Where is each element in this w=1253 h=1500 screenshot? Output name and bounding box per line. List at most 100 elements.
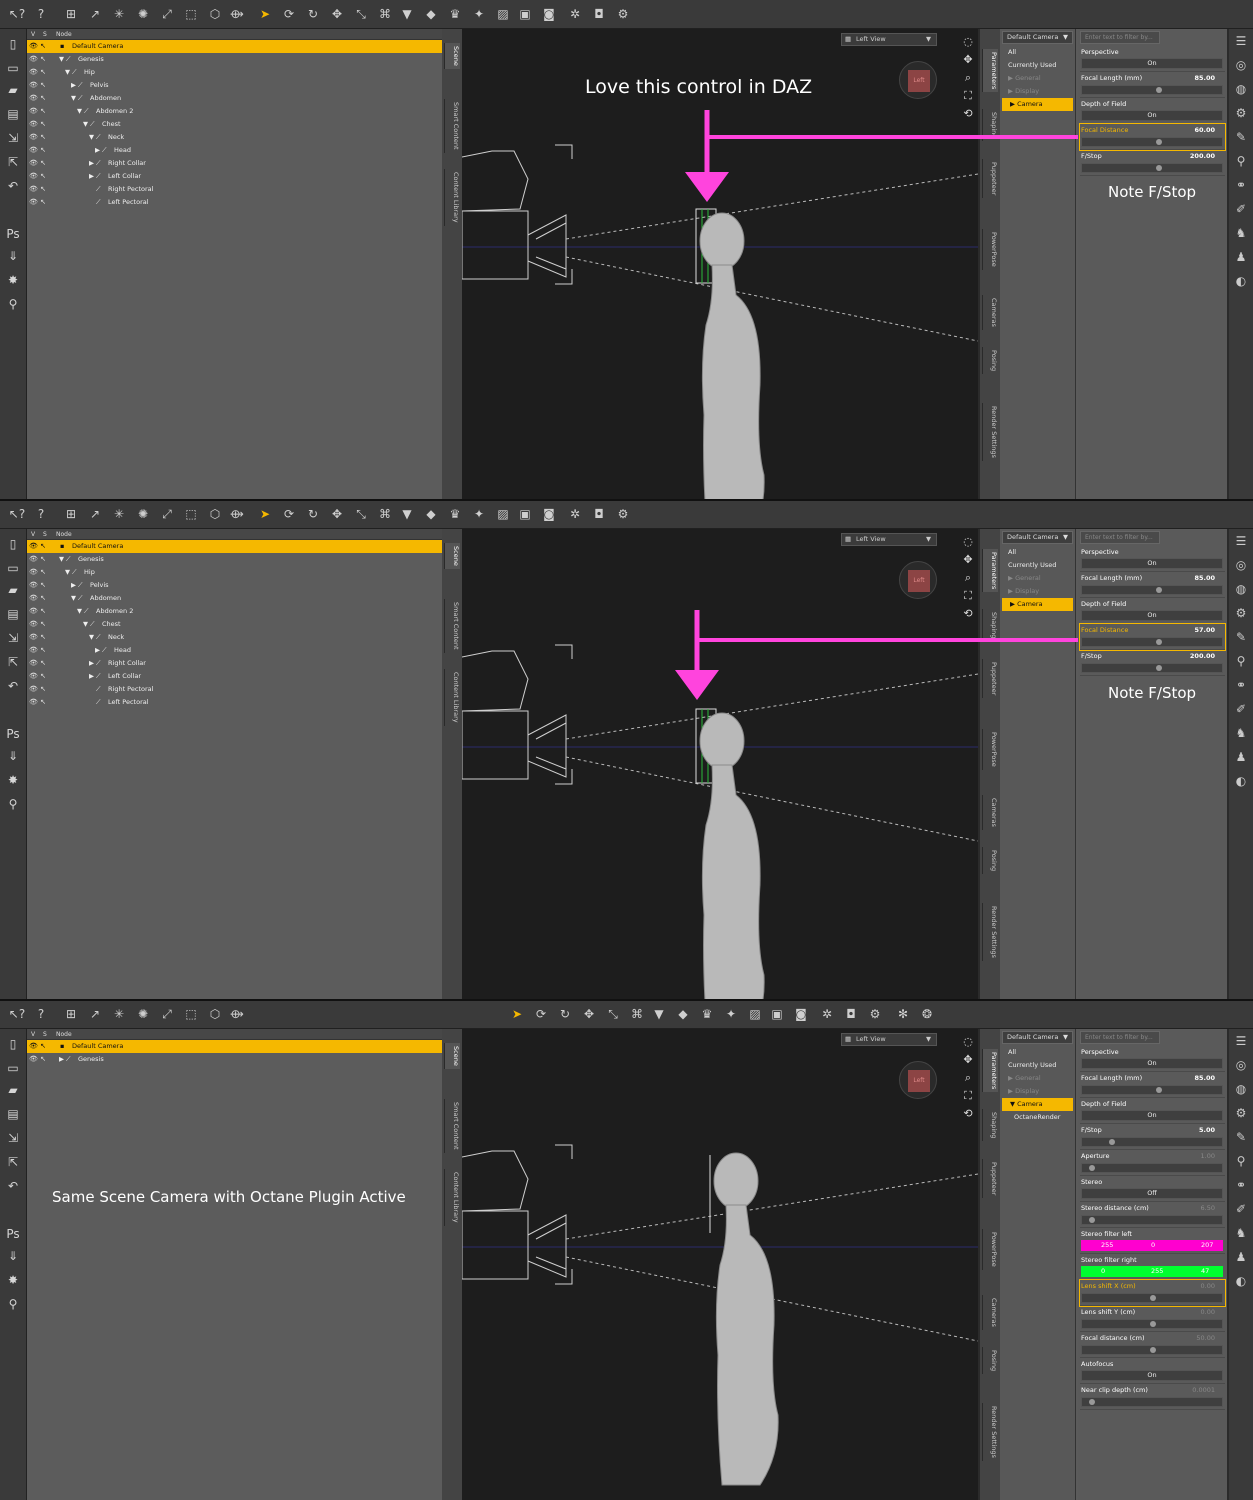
property-slider[interactable] — [1081, 1397, 1223, 1407]
tree-row[interactable]: 👁 ↖ ⟋ Left Pectoral — [27, 196, 442, 209]
edit-icon[interactable]: ✎ — [1229, 1125, 1253, 1149]
import-icon[interactable]: ⇲ — [4, 129, 22, 147]
translate-icon[interactable]: ✥ — [328, 505, 346, 523]
tree-row-selected[interactable]: 👁 ↖ ▪ Default Camera — [27, 1040, 442, 1053]
whats-this-icon[interactable]: ↖? — [8, 1005, 26, 1023]
expand-arrow-icon[interactable]: ▶ — [71, 81, 76, 89]
visibility-eye-icon[interactable]: 👁 ↖ — [29, 81, 46, 89]
tree-row[interactable]: 👁 ↖ ▼ ⟋ Chest — [27, 118, 442, 131]
visibility-eye-icon[interactable]: 👁 ↖ — [29, 1042, 46, 1050]
undo-icon[interactable]: ↶ — [4, 1177, 22, 1195]
node-tool-icon[interactable]: ⊞ — [62, 5, 80, 23]
orbit-icon[interactable]: ◌ — [959, 35, 977, 53]
visibility-eye-icon[interactable]: 👁 ↖ — [29, 133, 46, 141]
import-icon[interactable]: ⇲ — [4, 1129, 22, 1147]
menu-icon[interactable]: ☰ — [1229, 29, 1253, 53]
visibility-eye-icon[interactable]: 👁 ↖ — [29, 107, 46, 115]
edit-icon[interactable]: ✎ — [1229, 125, 1253, 149]
geo-icon[interactable]: ✦ — [470, 5, 488, 23]
side-tab[interactable]: Smart Content — [444, 1099, 460, 1153]
filter-input[interactable]: Enter text to filter by... — [1080, 531, 1160, 544]
expand-arrow-icon[interactable]: ▼ — [89, 633, 94, 641]
cube-icon[interactable]: ⬡ — [206, 505, 224, 523]
frame-icon[interactable]: ⛶ — [959, 89, 977, 107]
dome-icon[interactable]: ◆ — [422, 5, 440, 23]
joint-editor-icon[interactable]: ⌘ — [628, 1005, 646, 1023]
morph-icon[interactable]: ⟴ — [228, 505, 246, 523]
category-item[interactable]: ▶ General — [1000, 1072, 1075, 1085]
shader-icon[interactable]: ◍ — [1229, 577, 1253, 601]
bone-icon[interactable]: ♟ — [1229, 245, 1253, 269]
tree-row[interactable]: 👁 ↖ ▶ ⟋ Head — [27, 644, 442, 657]
property-value[interactable]: 0.0001 — [1192, 1386, 1215, 1394]
visibility-eye-icon[interactable]: 👁 ↖ — [29, 159, 46, 167]
filter-input[interactable]: Enter text to filter by... — [1080, 1031, 1160, 1044]
parameter-tab[interactable]: PowerPose — [982, 729, 998, 770]
viewport[interactable]: ▦ Left View ▼ Left ◌ ✥ ⌕ ⛶ ⟲ — [462, 29, 978, 500]
color-swatch[interactable]: 255 0 207 — [1081, 1240, 1223, 1251]
property-value[interactable]: 57.00 — [1194, 626, 1215, 634]
morph-icon[interactable]: ⚭ — [1229, 673, 1253, 697]
brush-icon[interactable]: ✐ — [1229, 197, 1253, 221]
expand-arrow-icon[interactable]: ▼ — [71, 94, 76, 102]
node-selector-dropdown[interactable]: Default Camera ▼ — [1002, 1031, 1073, 1044]
expand-arrow-icon[interactable]: ▼ — [71, 594, 76, 602]
grid-icon[interactable]: ▨ — [494, 505, 512, 523]
side-tab[interactable]: Scene — [444, 43, 460, 69]
visibility-eye-icon[interactable]: 👁 ↖ — [29, 120, 46, 128]
spark-icon[interactable]: ✸ — [4, 1271, 22, 1289]
ps-icon[interactable]: Ps — [4, 1225, 22, 1243]
property-toggle[interactable]: On — [1081, 1370, 1223, 1381]
tree-row[interactable]: 👁 ↖ ▼ ⟋ Hip — [27, 66, 442, 79]
menu-icon[interactable]: ☰ — [1229, 1029, 1253, 1053]
reset-icon[interactable]: ⟲ — [959, 607, 977, 625]
side-tab[interactable]: Smart Content — [444, 599, 460, 653]
node-tool-icon[interactable]: ⊞ — [62, 505, 80, 523]
parameter-tab[interactable]: PowerPose — [982, 1229, 998, 1270]
parameter-tab[interactable]: Posing — [982, 847, 998, 875]
category-item[interactable]: ▶ Display — [1000, 85, 1075, 98]
surfaces-icon[interactable]: ⚙ — [1229, 101, 1253, 125]
visibility-eye-icon[interactable]: 👁 ↖ — [29, 659, 46, 667]
category-item[interactable]: ▼ Camera — [1002, 1098, 1073, 1111]
down-icon[interactable]: ⇓ — [4, 1247, 22, 1265]
globe-icon[interactable]: ◐ — [1229, 1269, 1253, 1293]
tree-row[interactable]: 👁 ↖ ▼ ⟋ Neck — [27, 631, 442, 644]
color-swatch[interactable]: 0 255 47 — [1081, 1266, 1223, 1277]
tree-row[interactable]: 👁 ↖ ▶ ⟋ Pelvis — [27, 79, 442, 92]
joint-editor-icon[interactable]: ⌘ — [376, 5, 394, 23]
morph-icon[interactable]: ⚭ — [1229, 173, 1253, 197]
property-slider[interactable] — [1081, 1293, 1223, 1303]
pan-icon[interactable]: ✥ — [959, 53, 977, 71]
category-item[interactable]: ▶ Camera — [1002, 598, 1073, 611]
tree-row[interactable]: 👁 ↖ ▼ ⟋ Abdomen 2 — [27, 105, 442, 118]
export-icon[interactable]: ⇱ — [4, 653, 22, 671]
expand-arrow-icon[interactable]: ▶ — [95, 146, 100, 154]
category-item[interactable]: Currently Used — [1000, 59, 1075, 72]
camera-icon[interactable]: ◘ — [590, 505, 608, 523]
walk-icon[interactable]: ⚲ — [4, 295, 22, 313]
category-item[interactable]: ▶ General — [1000, 72, 1075, 85]
parameter-tab[interactable]: Puppeteer — [982, 159, 998, 199]
zoom-icon[interactable]: ⌕ — [959, 571, 977, 589]
translate-icon[interactable]: ✥ — [328, 5, 346, 23]
figure-icon[interactable]: ♞ — [1229, 1221, 1253, 1245]
node-selector-dropdown[interactable]: Default Camera ▼ — [1002, 31, 1073, 44]
camera-icon[interactable]: ◘ — [590, 5, 608, 23]
tree-row[interactable]: 👁 ↖ ▶ ⟋ Right Collar — [27, 657, 442, 670]
expand-arrow-icon[interactable]: ▼ — [77, 107, 82, 115]
tree-row[interactable]: 👁 ↖ ▼ ⟋ Hip — [27, 566, 442, 579]
light-icon[interactable]: ✳ — [110, 5, 128, 23]
reset-icon[interactable]: ⟲ — [959, 1107, 977, 1125]
side-tab[interactable]: Content Library — [444, 669, 460, 726]
view-selector-dropdown[interactable]: ▦ Left View ▼ — [841, 1033, 937, 1046]
property-value[interactable]: 60.00 — [1194, 126, 1215, 134]
pointer-icon[interactable]: ➤ — [256, 5, 274, 23]
whats-this-icon[interactable]: ↖? — [8, 5, 26, 23]
visibility-eye-icon[interactable]: 👁 ↖ — [29, 685, 46, 693]
joint-tool-icon[interactable]: ↗ — [86, 505, 104, 523]
visibility-eye-icon[interactable]: 👁 ↖ — [29, 698, 46, 706]
cube-icon[interactable]: ⬡ — [206, 5, 224, 23]
expand-arrow-icon[interactable]: ▼ — [59, 55, 64, 63]
property-value[interactable]: 0.00 — [1201, 1282, 1215, 1290]
